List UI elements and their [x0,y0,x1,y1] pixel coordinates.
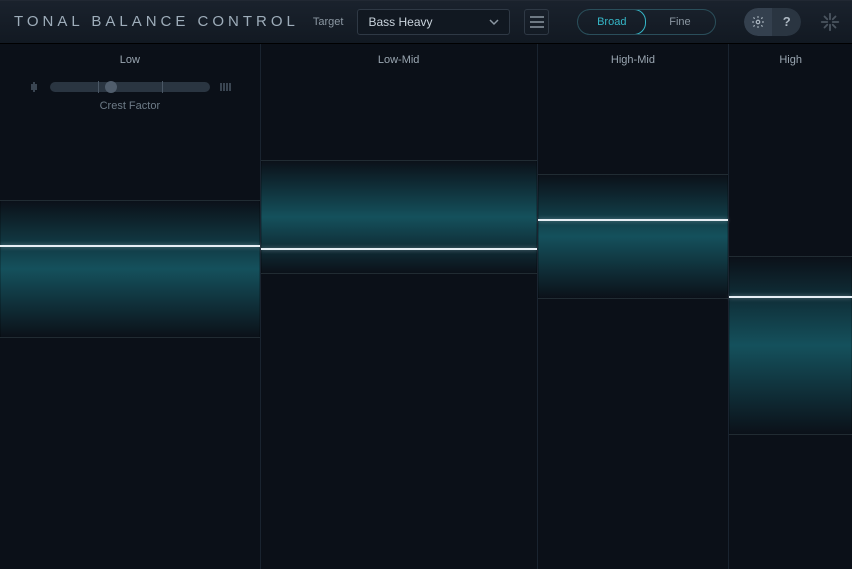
target-zone-low [0,200,260,338]
band-label-lowmid: Low-Mid [261,54,537,66]
level-line-high [729,296,852,298]
band-high: High [729,44,852,569]
crest-tick-2 [162,81,163,93]
app-title: TONAL BALANCE CONTROL [14,13,299,30]
view-fine-button[interactable]: Fine [645,10,714,34]
level-line-highmid [538,219,729,221]
level-line-lowmid [261,248,537,250]
band-label-highmid: High-Mid [538,54,729,66]
target-menu-button[interactable] [524,9,549,35]
target-select-value: Bass Heavy [368,15,432,29]
target-label: Target [313,16,344,28]
crest-bar-icon [218,80,232,94]
band-label-high: High [729,54,852,66]
app-header: TONAL BALANCE CONTROL Target Bass Heavy … [0,0,852,44]
band-lowmid: Low-Mid [261,44,538,569]
settings-button[interactable] [744,8,773,36]
target-zone-lowmid [261,160,537,274]
help-button[interactable]: ? [772,8,801,36]
target-zone-high [729,256,852,435]
crest-factor-control [28,80,232,94]
band-low: Low Crest Factor [0,44,261,569]
header-icon-group: ? [744,8,802,36]
crest-factor-slider[interactable] [50,82,210,92]
crest-tick-1 [98,81,99,93]
band-label-low: Low [0,54,260,66]
target-select[interactable]: Bass Heavy [357,9,510,35]
view-mode-segmented: Broad Fine [577,9,715,35]
view-broad-button[interactable]: Broad [577,9,646,35]
izotope-logo-icon [815,7,844,37]
spectrum-grid: Low Crest Factor Low-Mid [0,44,852,569]
gear-icon [751,15,765,29]
level-line-low [0,245,260,247]
target-zone-highmid [538,174,729,299]
chevron-down-icon [489,17,499,27]
help-icon: ? [783,14,791,29]
crest-wave-icon [28,80,42,94]
crest-thumb[interactable] [105,81,117,93]
band-highmid: High-Mid [538,44,730,569]
crest-factor-label: Crest Factor [0,100,260,112]
hamburger-icon [530,16,544,28]
